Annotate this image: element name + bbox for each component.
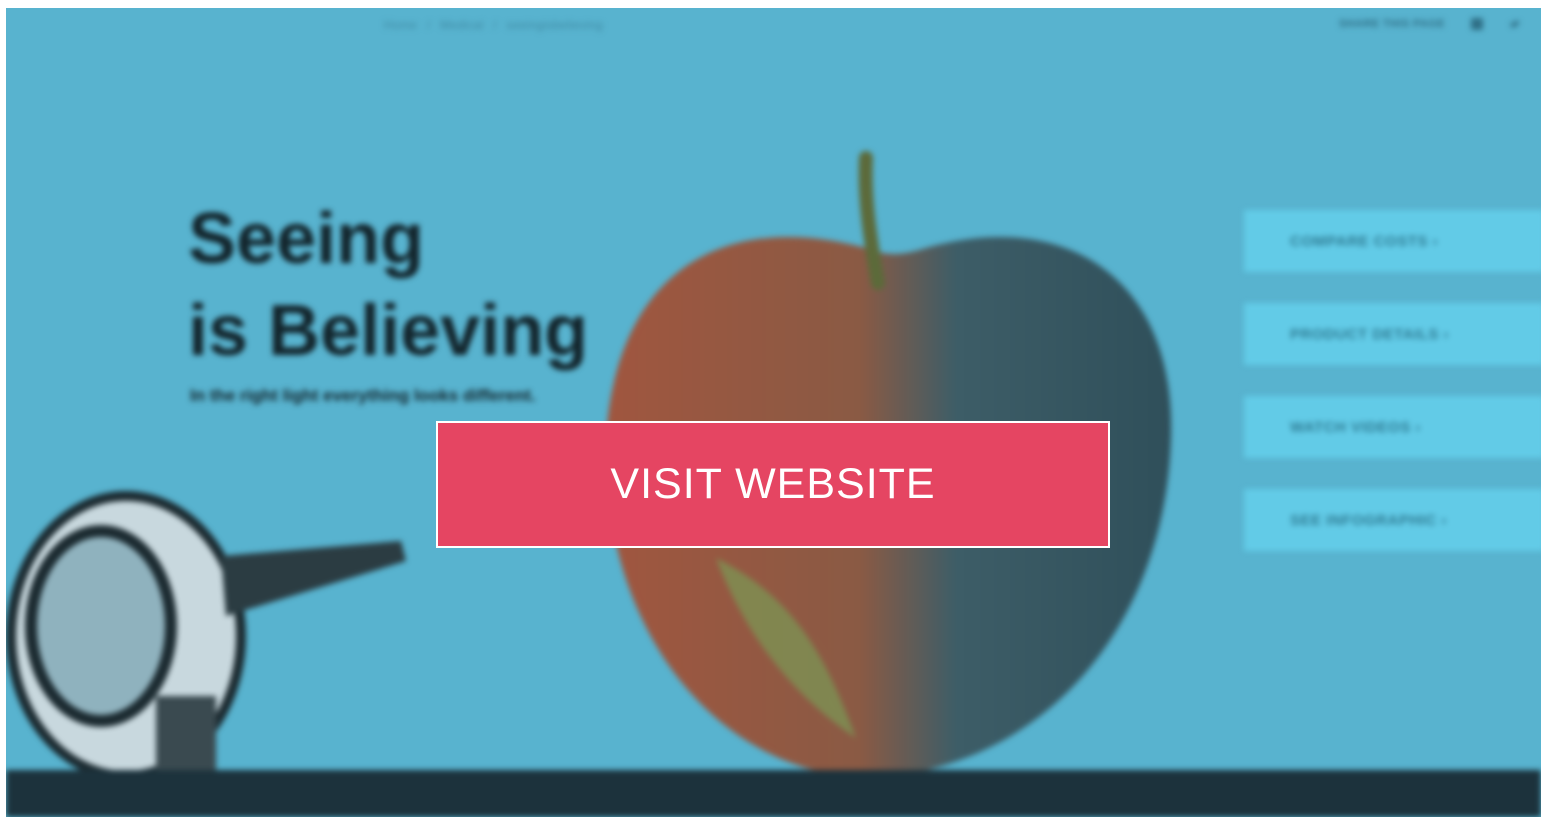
linkedin-icon[interactable] [1471,18,1483,30]
breadcrumb-home[interactable]: Home [384,18,417,32]
compare-costs-link[interactable]: COMPARE COSTS › [1244,210,1541,272]
see-infographic-link[interactable]: SEE INFOGRAPHIC › [1244,489,1541,551]
breadcrumb-separator: / [426,18,431,32]
share-bar: SHARE THIS PAGE [1339,18,1521,30]
blurred-page: Home / Medical / seeingisbelieving SHARE… [6,8,1541,817]
website-preview: Home / Medical / seeingisbelieving SHARE… [6,8,1541,817]
product-details-link[interactable]: PRODUCT DETAILS › [1244,303,1541,365]
breadcrumb-separator: / [493,18,497,32]
hero-title-line-2: is Believing [188,291,589,371]
hero-title: Seeing is Believing [188,193,588,377]
breadcrumb: Home / Medical / seeingisbelieving [384,18,609,32]
breadcrumb-medical[interactable]: Medical [440,18,483,32]
hero-title-line-1: Seeing [188,199,425,279]
footer-bar [6,770,1541,817]
share-label: SHARE THIS PAGE [1338,18,1445,30]
otoscope-image [6,491,406,816]
hero-subtitle: In the right light everything looks diff… [190,386,536,405]
side-nav: COMPARE COSTS › PRODUCT DETAILS › WATCH … [1244,210,1541,582]
visit-website-button[interactable]: VISIT WEBSITE [436,421,1110,548]
twitter-icon[interactable] [1509,18,1521,30]
watch-videos-link[interactable]: WATCH VIDEOS › [1244,396,1541,458]
breadcrumb-current: seeingisbelieving [506,18,604,32]
